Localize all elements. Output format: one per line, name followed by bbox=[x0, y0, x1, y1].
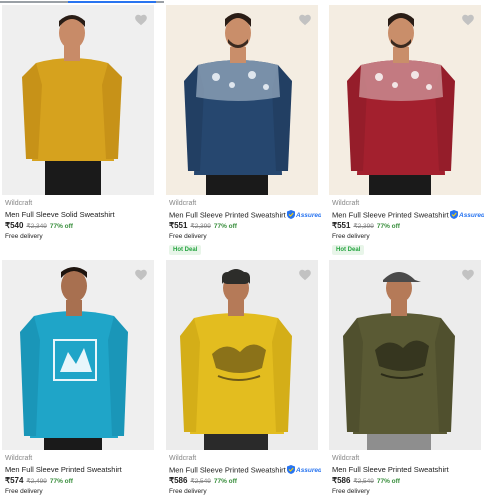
product-title-text: Men Full Sleeve Printed Sweatshirt bbox=[332, 465, 449, 474]
selling-price: ₹551 bbox=[332, 221, 351, 230]
product-title[interactable]: Men Full Sleeve Printed Sweatshirt bbox=[332, 465, 449, 474]
price-row: ₹551 ₹2,399 77% off bbox=[332, 221, 400, 230]
discount-percent: 77% off bbox=[49, 478, 73, 485]
product-title-text: Men Full Sleeve Printed Sweatshirt bbox=[169, 210, 286, 220]
model-in-sweatshirt-image bbox=[329, 260, 481, 450]
selling-price: ₹574 bbox=[5, 476, 24, 485]
discount-percent: 77% off bbox=[213, 478, 237, 485]
brand-name: Wildcraft bbox=[5, 455, 33, 462]
product-title-text: Men Full Sleeve Printed Sweatshirt bbox=[5, 465, 122, 474]
model-in-sweatshirt-image bbox=[2, 260, 154, 450]
product-image[interactable] bbox=[329, 5, 481, 195]
wishlist-heart-icon[interactable] bbox=[134, 268, 148, 282]
svg-text:Assured: Assured bbox=[458, 212, 484, 219]
product-title[interactable]: Men Full Sleeve Printed Sweatshirt Assure… bbox=[169, 210, 323, 221]
model-in-sweatshirt-image bbox=[166, 5, 318, 195]
product-card[interactable]: Wildcraft Men Full Sleeve Printed Sweats… bbox=[329, 260, 481, 500]
price-row: ₹540 ₹2,349 77% off bbox=[5, 221, 73, 230]
price-row: ₹586 ₹2,549 77% off bbox=[169, 476, 237, 485]
product-title[interactable]: Men Full Sleeve Solid Sweatshirt bbox=[5, 210, 115, 219]
brand-name: Wildcraft bbox=[332, 200, 360, 207]
selling-price: ₹551 bbox=[169, 221, 188, 230]
original-price: ₹2,399 bbox=[353, 223, 374, 230]
hot-deal-badge: Hot Deal bbox=[169, 245, 202, 255]
product-image[interactable] bbox=[166, 260, 318, 450]
brand-name: Wildcraft bbox=[169, 200, 197, 207]
svg-text:Assured: Assured bbox=[295, 467, 321, 474]
discount-percent: 77% off bbox=[376, 478, 400, 485]
product-title-text: Men Full Sleeve Solid Sweatshirt bbox=[5, 210, 115, 219]
selling-price: ₹586 bbox=[169, 476, 188, 485]
product-title[interactable]: Men Full Sleeve Printed Sweatshirt bbox=[5, 465, 122, 474]
product-card[interactable]: Wildcraft Men Full Sleeve Printed Sweats… bbox=[166, 260, 323, 500]
discount-percent: 77% off bbox=[213, 223, 237, 230]
product-card[interactable]: Wildcraft Men Full Sleeve Printed Sweats… bbox=[2, 260, 154, 500]
assured-badge-icon: Assured bbox=[286, 465, 323, 476]
product-grid: Wildcraft Men Full Sleeve Solid Sweatshi… bbox=[0, 0, 484, 500]
price-row: ₹586 ₹2,549 77% off bbox=[332, 476, 400, 485]
delivery-info: Free delivery bbox=[5, 488, 43, 495]
delivery-info: Free delivery bbox=[332, 233, 370, 240]
brand-name: Wildcraft bbox=[332, 455, 360, 462]
assured-badge-icon: Assured bbox=[286, 210, 323, 221]
product-image[interactable] bbox=[166, 5, 318, 195]
original-price: ₹2,499 bbox=[26, 478, 47, 485]
wishlist-heart-icon[interactable] bbox=[298, 268, 312, 282]
original-price: ₹2,549 bbox=[190, 478, 211, 485]
model-in-sweatshirt-image bbox=[166, 260, 318, 450]
product-title[interactable]: Men Full Sleeve Printed Sweatshirt Assure… bbox=[332, 210, 484, 221]
discount-percent: 77% off bbox=[49, 223, 73, 230]
product-image[interactable] bbox=[2, 260, 154, 450]
delivery-info: Free delivery bbox=[169, 233, 207, 240]
selling-price: ₹540 bbox=[5, 221, 24, 230]
model-in-sweatshirt-image bbox=[2, 5, 154, 195]
discount-percent: 77% off bbox=[376, 223, 400, 230]
delivery-info: Free delivery bbox=[332, 488, 370, 495]
wishlist-heart-icon[interactable] bbox=[461, 13, 475, 27]
product-card[interactable]: Wildcraft Men Full Sleeve Solid Sweatshi… bbox=[2, 5, 154, 255]
product-title[interactable]: Men Full Sleeve Printed Sweatshirt Assure… bbox=[169, 465, 323, 476]
assured-badge-icon: Assured bbox=[449, 210, 484, 221]
original-price: ₹2,549 bbox=[353, 478, 374, 485]
original-price: ₹2,399 bbox=[190, 223, 211, 230]
wishlist-heart-icon[interactable] bbox=[298, 13, 312, 27]
product-title-text: Men Full Sleeve Printed Sweatshirt bbox=[169, 465, 286, 475]
hot-deal-badge: Hot Deal bbox=[332, 245, 365, 255]
wishlist-heart-icon[interactable] bbox=[461, 268, 475, 282]
svg-text:Assured: Assured bbox=[295, 212, 321, 219]
brand-name: Wildcraft bbox=[169, 455, 197, 462]
product-card[interactable]: Wildcraft Men Full Sleeve Printed Sweats… bbox=[166, 5, 323, 255]
delivery-info: Free delivery bbox=[5, 233, 43, 240]
model-in-sweatshirt-image bbox=[329, 5, 481, 195]
price-row: ₹551 ₹2,399 77% off bbox=[169, 221, 237, 230]
product-image[interactable] bbox=[329, 260, 481, 450]
original-price: ₹2,349 bbox=[26, 223, 47, 230]
product-card[interactable]: Wildcraft Men Full Sleeve Printed Sweats… bbox=[329, 5, 484, 255]
delivery-info: Free delivery bbox=[169, 488, 207, 495]
price-row: ₹574 ₹2,499 77% off bbox=[5, 476, 73, 485]
brand-name: Wildcraft bbox=[5, 200, 33, 207]
selling-price: ₹586 bbox=[332, 476, 351, 485]
product-title-text: Men Full Sleeve Printed Sweatshirt bbox=[332, 210, 449, 220]
wishlist-heart-icon[interactable] bbox=[134, 13, 148, 27]
product-image[interactable] bbox=[2, 5, 154, 195]
